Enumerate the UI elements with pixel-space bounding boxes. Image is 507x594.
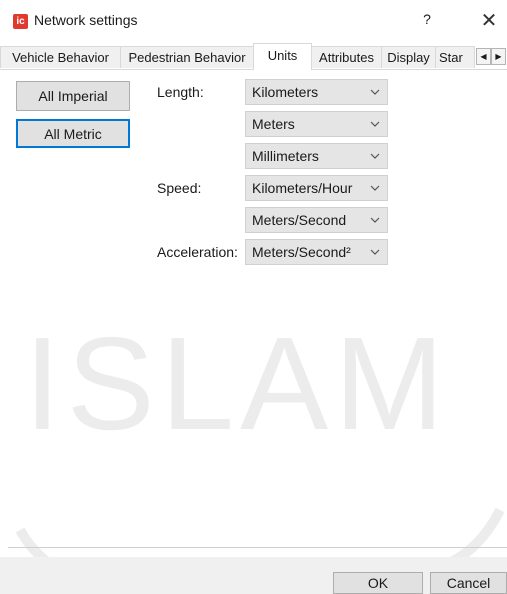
combo-value: Millimeters xyxy=(252,148,319,164)
combo-value: Kilometers/Hour xyxy=(252,180,353,196)
tab-scroll-right-icon[interactable]: ▶ xyxy=(491,48,506,65)
tab-scroll-left-icon[interactable]: ◀ xyxy=(476,48,491,65)
chevron-down-icon xyxy=(370,121,380,127)
tab-attributes[interactable]: Attributes xyxy=(311,46,382,68)
window-title: Network settings xyxy=(34,12,138,28)
close-icon[interactable]: ✕ xyxy=(479,8,499,32)
tab-pedestrian-behavior[interactable]: Pedestrian Behavior xyxy=(120,46,254,68)
speed-unit-select-1[interactable]: Kilometers/Hour xyxy=(245,175,388,201)
acceleration-unit-select[interactable]: Meters/Second² xyxy=(245,239,388,265)
cancel-button[interactable]: Cancel xyxy=(430,572,507,594)
footer-divider xyxy=(8,547,507,548)
all-imperial-button[interactable]: All Imperial xyxy=(16,81,130,111)
combo-value: Meters/Second xyxy=(252,212,347,228)
chevron-down-icon xyxy=(370,153,380,159)
chevron-down-icon xyxy=(370,185,380,191)
length-unit-select-2[interactable]: Meters xyxy=(245,111,388,137)
combo-value: Kilometers xyxy=(252,84,319,100)
watermark-text: ISLAM xyxy=(24,310,451,457)
ok-button[interactable]: OK xyxy=(333,572,423,594)
chevron-down-icon xyxy=(370,217,380,223)
combo-value: Meters xyxy=(252,116,295,132)
app-icon: ic xyxy=(13,14,28,29)
chevron-down-icon xyxy=(370,249,380,255)
title-bar: ic Network settings ? ✕ xyxy=(0,0,507,40)
all-metric-button[interactable]: All Metric xyxy=(16,119,130,148)
chevron-down-icon xyxy=(370,89,380,95)
length-label: Length: xyxy=(157,84,204,100)
watermark-arc xyxy=(15,507,505,584)
length-unit-select-3[interactable]: Millimeters xyxy=(245,143,388,169)
speed-label: Speed: xyxy=(157,180,202,196)
tab-vehicle-behavior[interactable]: Vehicle Behavior xyxy=(0,46,121,68)
tab-start[interactable]: Star xyxy=(435,46,475,68)
length-unit-select-1[interactable]: Kilometers xyxy=(245,79,388,105)
tab-display[interactable]: Display xyxy=(381,46,436,68)
tab-strip: Vehicle Behavior Pedestrian Behavior Uni… xyxy=(0,43,507,70)
acceleration-label: Acceleration: xyxy=(157,244,238,260)
speed-unit-select-2[interactable]: Meters/Second xyxy=(245,207,388,233)
tab-units[interactable]: Units xyxy=(253,43,312,70)
combo-value: Meters/Second² xyxy=(252,244,351,260)
help-button[interactable]: ? xyxy=(419,11,435,31)
